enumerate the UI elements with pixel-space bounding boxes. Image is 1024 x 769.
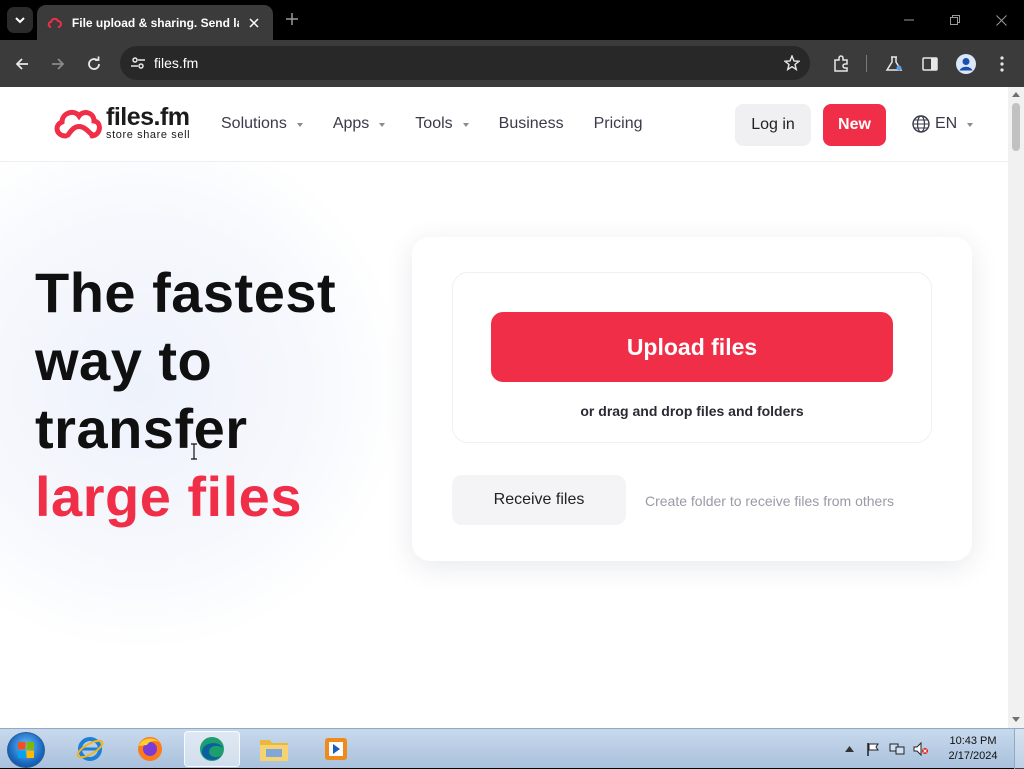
- active-tab[interactable]: File upload & sharing. Send large files: [37, 5, 273, 40]
- minimize-icon[interactable]: [897, 8, 921, 32]
- nav-label: Pricing: [593, 115, 643, 132]
- site-info-icon[interactable]: [130, 55, 146, 71]
- caret-down-icon: [967, 123, 974, 127]
- files-fm-favicon-icon: [47, 17, 62, 28]
- scroll-down-icon[interactable]: [1012, 717, 1020, 722]
- windows-taskbar: 10:43 PM 2/17/2024: [0, 728, 1024, 769]
- main-nav: Solutions Apps Tools Business Pricing: [221, 115, 672, 133]
- nav-item-apps[interactable]: Apps: [332, 115, 386, 133]
- globe-icon: [912, 115, 930, 133]
- web-page: files.fm store share sell Solutions Apps…: [0, 87, 1008, 728]
- hero-line: The fastest: [35, 261, 337, 324]
- login-button[interactable]: Log in: [735, 104, 811, 146]
- star-icon[interactable]: [784, 55, 800, 71]
- new-button[interactable]: New: [823, 104, 886, 146]
- extensions-icon[interactable]: [829, 52, 853, 76]
- receive-hint: Create folder to receive files from othe…: [645, 493, 894, 509]
- hero-line-accent: large files: [35, 465, 302, 528]
- drop-hint: or drag and drop files and folders: [580, 403, 804, 419]
- nav-item-tools[interactable]: Tools: [415, 115, 469, 133]
- back-icon[interactable]: [10, 52, 34, 76]
- forward-icon[interactable]: [46, 52, 70, 76]
- system-tray: [840, 729, 936, 769]
- labs-icon[interactable]: [882, 52, 906, 76]
- profile-icon[interactable]: [954, 52, 978, 76]
- language-label: EN: [935, 115, 958, 132]
- nav-label: Business: [498, 115, 564, 132]
- upload-files-button[interactable]: Upload files: [491, 312, 893, 382]
- browser-tab-bar: File upload & sharing. Send large files: [0, 0, 1024, 40]
- site-logo[interactable]: files.fm store share sell: [52, 105, 190, 141]
- chrome-edge-icon[interactable]: [184, 731, 240, 767]
- internet-explorer-icon[interactable]: [62, 731, 118, 767]
- media-player-icon[interactable]: [308, 731, 364, 767]
- cloud-logo-icon: [54, 109, 102, 139]
- address-bar[interactable]: files.fm: [120, 46, 810, 80]
- nav-item-solutions[interactable]: Solutions: [221, 115, 303, 133]
- nav-label: Apps: [332, 115, 370, 132]
- windows-logo-icon: [18, 742, 34, 758]
- close-tab-icon[interactable]: [245, 14, 263, 32]
- browser-toolbar: files.fm: [0, 40, 1024, 87]
- show-hidden-icons-icon[interactable]: [840, 741, 858, 757]
- logo-name: files.fm: [106, 103, 190, 131]
- system-clock[interactable]: 10:43 PM 2/17/2024: [940, 734, 1006, 764]
- nav-label: Solutions: [221, 115, 287, 132]
- hero-line: way to: [35, 329, 213, 392]
- hero-line: transfer: [35, 397, 248, 460]
- plus-icon[interactable]: [282, 9, 302, 29]
- upload-card: Upload files or drag and drop files and …: [412, 237, 972, 561]
- file-explorer-icon[interactable]: [246, 731, 302, 767]
- logo-tagline: store share sell: [106, 129, 191, 141]
- scroll-thumb[interactable]: [1012, 103, 1020, 151]
- network-icon[interactable]: [888, 741, 906, 757]
- nav-item-pricing[interactable]: Pricing: [594, 115, 643, 133]
- volume-muted-icon[interactable]: [912, 741, 930, 757]
- reload-icon[interactable]: [82, 52, 106, 76]
- text-cursor-icon: [191, 443, 197, 460]
- caret-down-icon: [296, 123, 303, 127]
- action-center-flag-icon[interactable]: [864, 741, 882, 757]
- nav-label: Tools: [415, 115, 453, 132]
- start-button[interactable]: [7, 732, 45, 768]
- site-header: files.fm store share sell Solutions Apps…: [0, 87, 1008, 162]
- restore-icon[interactable]: [943, 8, 967, 32]
- chevron-down-icon: [15, 17, 25, 24]
- hero-title: The fastest way to transfer large files: [35, 259, 336, 531]
- page-scrollbar[interactable]: [1008, 87, 1024, 728]
- tab-search-button[interactable]: [7, 7, 33, 33]
- receive-files-button[interactable]: Receive files: [452, 475, 626, 525]
- show-desktop-button[interactable]: [1014, 729, 1024, 769]
- drop-zone[interactable]: Upload files or drag and drop files and …: [452, 272, 932, 443]
- url-text: files.fm: [154, 55, 199, 71]
- language-selector[interactable]: EN: [912, 115, 974, 133]
- menu-icon[interactable]: [990, 52, 1014, 76]
- caret-down-icon: [462, 123, 469, 127]
- close-window-icon[interactable]: [989, 8, 1013, 32]
- nav-item-business[interactable]: Business: [499, 115, 564, 133]
- side-panel-icon[interactable]: [918, 52, 942, 76]
- clock-date: 2/17/2024: [948, 750, 998, 762]
- toolbar-separator: [866, 55, 867, 72]
- caret-down-icon: [379, 123, 386, 127]
- firefox-icon[interactable]: [122, 731, 178, 767]
- clock-time: 10:43 PM: [949, 735, 997, 747]
- tab-title: File upload & sharing. Send large files: [71, 15, 239, 30]
- scroll-up-icon[interactable]: [1012, 92, 1020, 97]
